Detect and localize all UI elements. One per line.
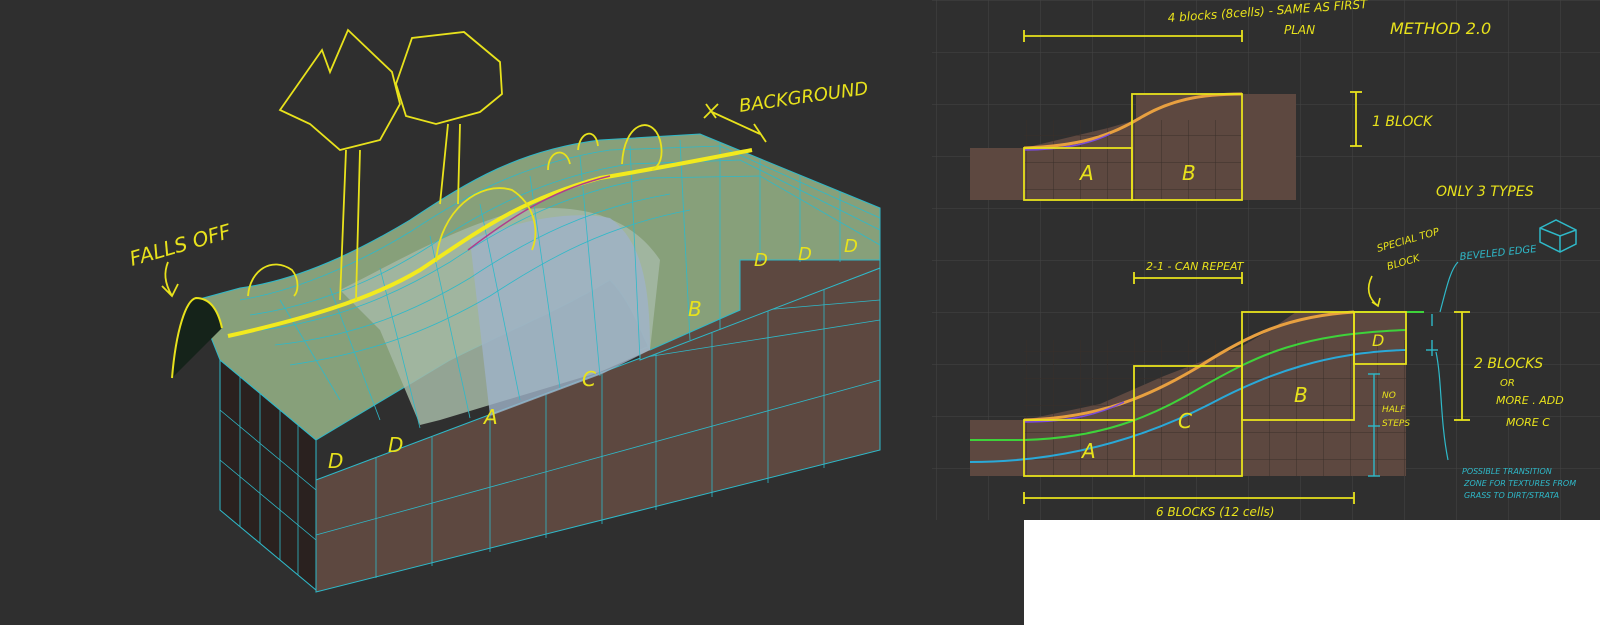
two-blocks-line2: OR bbox=[1500, 378, 1515, 389]
left-label-d-3: D bbox=[754, 250, 768, 271]
bottom-note: 6 BLOCKS (12 cells) bbox=[1156, 505, 1274, 519]
left-label-b: B bbox=[688, 297, 702, 321]
two-blocks-line1: 2 BLOCKS bbox=[1474, 356, 1543, 372]
no-half-line3: STEPS bbox=[1382, 419, 1410, 429]
transition-line1: POSSIBLE TRANSITION bbox=[1462, 467, 1552, 476]
repeat-note: 2-1 - CAN REPEAT bbox=[1146, 260, 1245, 273]
left-label-d-1: D bbox=[328, 449, 343, 473]
transition-line2: ZONE FOR TEXTURES FROM bbox=[1463, 479, 1576, 488]
upper-grid-cells bbox=[1024, 120, 1242, 200]
lower-label-d: D bbox=[1372, 331, 1384, 350]
right-plan-sketch: 4 blocks (8cells) - SAME AS FIRST PLAN M… bbox=[932, 0, 1600, 520]
left-label-a: A bbox=[482, 405, 498, 429]
top-note-line2: PLAN bbox=[1284, 23, 1315, 37]
no-half-line2: HALF bbox=[1382, 405, 1406, 415]
upper-label-a: A bbox=[1078, 161, 1094, 185]
left-label-d-2: D bbox=[388, 433, 403, 457]
two-blocks-line3: MORE . ADD bbox=[1496, 394, 1564, 407]
falls-off-arrow-icon bbox=[161, 261, 179, 298]
upper-label-b: B bbox=[1182, 161, 1196, 185]
lower-label-c: C bbox=[1178, 409, 1192, 433]
label-background: BACKGROUND bbox=[738, 78, 870, 117]
left-3d-sketch: FALLS OFF BACKGROUND D D A C B D D D bbox=[127, 28, 881, 593]
method-title: METHOD 2.0 bbox=[1390, 19, 1491, 38]
no-half-line1: NO bbox=[1382, 391, 1396, 401]
one-block-label: 1 BLOCK bbox=[1372, 114, 1434, 130]
lower-label-a: A bbox=[1080, 439, 1096, 463]
left-label-d-5: D bbox=[844, 236, 858, 257]
two-blocks-line4: MORE C bbox=[1506, 416, 1550, 429]
left-label-d-4: D bbox=[798, 244, 812, 265]
blank-white-panel bbox=[1024, 520, 1600, 625]
left-label-c: C bbox=[582, 367, 596, 391]
lower-label-b: B bbox=[1294, 383, 1308, 407]
only-types-label: ONLY 3 TYPES bbox=[1436, 184, 1534, 200]
transition-line3: GRASS TO DIRT/STRATA bbox=[1464, 491, 1559, 500]
label-falls-off: FALLS OFF bbox=[127, 219, 234, 271]
